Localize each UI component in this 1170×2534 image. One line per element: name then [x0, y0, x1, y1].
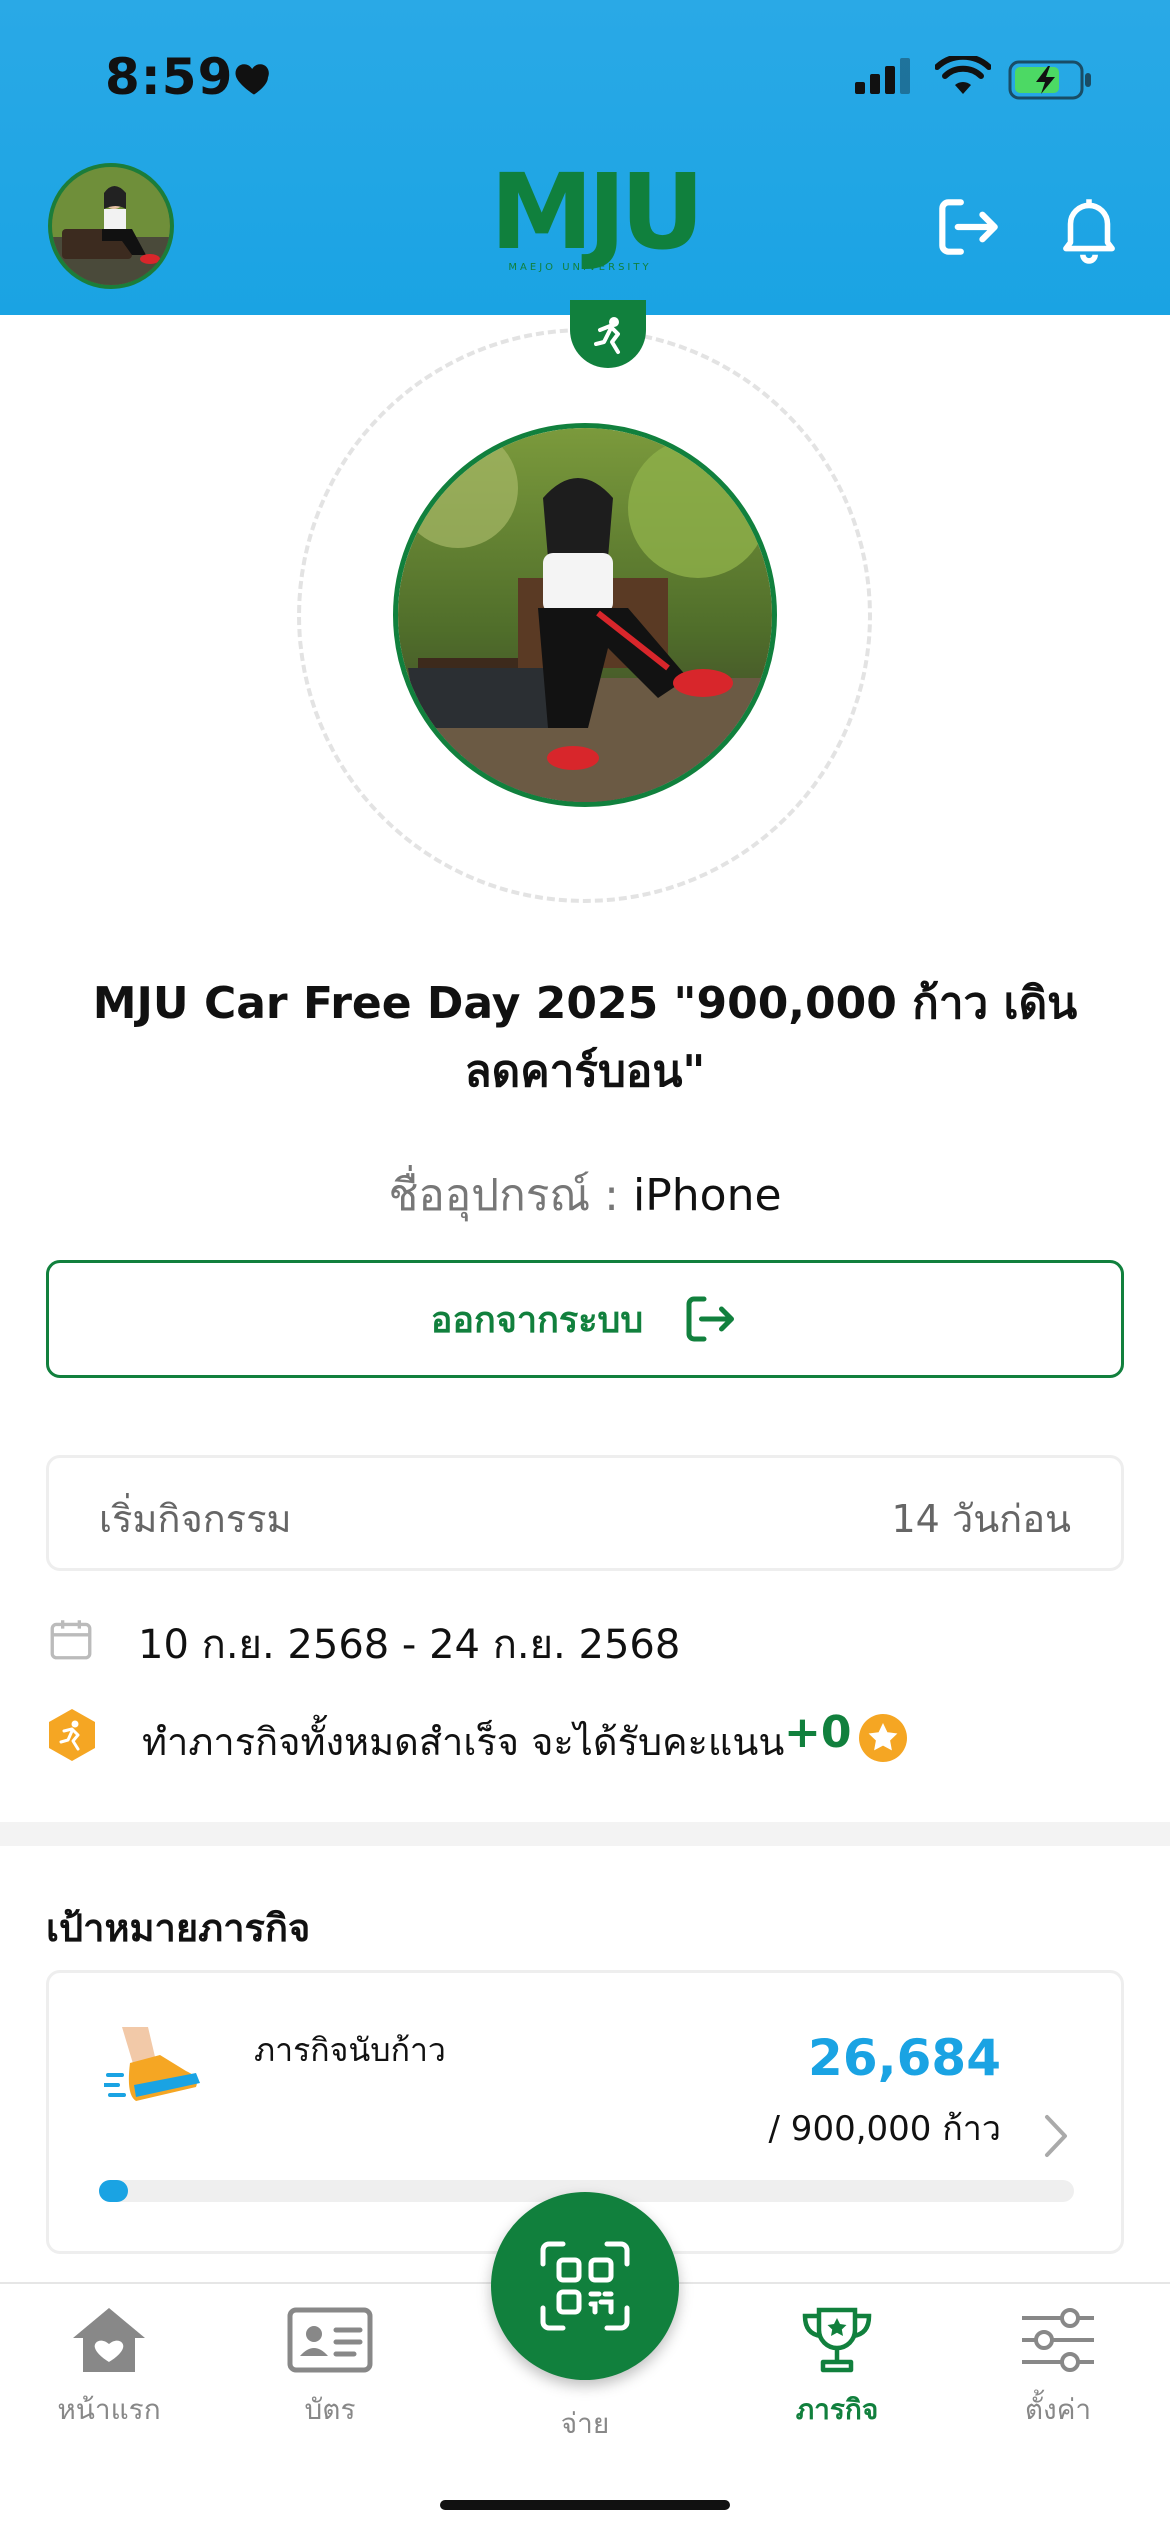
section-divider — [0, 1822, 1170, 1846]
mission-goal: / 900,000 ก้าว — [768, 2109, 1001, 2149]
qr-scan-icon — [540, 2241, 630, 2331]
activity-title: MJU Car Free Day 2025 "900,000 ก้าว เดิน… — [92, 978, 1078, 1097]
calendar-icon — [50, 1620, 92, 1660]
home-heart-icon — [73, 2308, 145, 2372]
star-coin-icon — [859, 1714, 907, 1762]
reward-points: +0 — [784, 1707, 852, 1758]
reward-text: ทำภารกิจทั้งหมดสำเร็จ จะได้รับคะแนน — [142, 1720, 785, 1764]
walking-shoe-icon — [104, 2027, 200, 2101]
home-indicator — [440, 2500, 730, 2510]
heart-icon — [235, 64, 269, 95]
logo-text: MJU — [490, 151, 705, 273]
notification-bell-icon[interactable] — [1052, 190, 1126, 264]
mission-name: ภารกิจนับก้าว — [254, 2031, 446, 2069]
activity-photo — [393, 423, 777, 807]
tab-missions[interactable]: ภารกิจ — [752, 2304, 922, 2432]
id-card-icon — [287, 2307, 373, 2373]
running-icon — [594, 317, 620, 354]
missions-section-title: เป้าหมายภารกิจ — [46, 1906, 311, 1950]
tab-settings-label: ตั้งค่า — [1024, 2393, 1092, 2426]
status-time: 8:59 — [105, 48, 234, 106]
tab-card-label: บัตร — [304, 2393, 356, 2426]
mission-badge-icon — [49, 1709, 95, 1761]
logout-arrow-icon — [686, 1296, 735, 1342]
reward-row: ทำภารกิจทั้งหมดสำเร็จ จะได้รับคะแนน +0 — [46, 1705, 1146, 1769]
status-bar: 8:59 — [0, 48, 1170, 118]
device-info: ชื่ออุปกรณ์ : iPhone — [0, 1160, 1170, 1230]
device-value: iPhone — [633, 1170, 782, 1221]
mju-logo: MJU MAEJO UNIVERSITY — [490, 151, 705, 290]
sliders-icon — [1022, 2308, 1094, 2372]
tab-card[interactable]: บัตร — [245, 2304, 415, 2432]
cellular-signal-icon — [855, 58, 910, 94]
wifi-icon — [935, 56, 991, 94]
device-label: ชื่ออุปกรณ์ : — [388, 1170, 620, 1221]
logout-button-label: ออกจากระบบ — [430, 1299, 644, 1341]
logo-subtext: MAEJO UNIVERSITY — [508, 262, 652, 273]
mission-steps-value: 26,684 — [808, 2029, 1001, 2087]
avatar-photo — [52, 167, 170, 285]
logout-icon[interactable] — [930, 190, 1004, 264]
start-label: เริ่มกิจกรรม — [99, 1497, 292, 1541]
mission-progress-fill — [99, 2180, 128, 2202]
logout-button[interactable]: ออกจากระบบ — [46, 1260, 1124, 1378]
app-header: 8:59 MJU MAEJO UNIVERSITY — [0, 0, 1170, 315]
tab-settings[interactable]: ตั้งค่า — [973, 2304, 1143, 2432]
profile-avatar[interactable] — [48, 163, 174, 289]
start-ago: 14 วันก่อน — [891, 1497, 1071, 1541]
battery-charging-icon — [1008, 60, 1091, 100]
activity-photo-image — [398, 428, 772, 802]
tab-missions-label: ภารกิจ — [795, 2393, 879, 2426]
trophy-icon — [802, 2307, 872, 2373]
scan-pay-button[interactable] — [491, 2192, 679, 2380]
tab-home-label: หน้าแรก — [57, 2393, 161, 2426]
scan-pay-label: จ่าย — [560, 2407, 610, 2440]
activity-start-box: เริ่มกิจกรรม 14 วันก่อน — [46, 1455, 1124, 1571]
date-range: 10 ก.ย. 2568 - 24 ก.ย. 2568 — [138, 1622, 681, 1668]
running-badge — [570, 300, 646, 368]
chevron-right-icon — [1045, 2115, 1067, 2157]
tab-home[interactable]: หน้าแรก — [24, 2304, 194, 2432]
